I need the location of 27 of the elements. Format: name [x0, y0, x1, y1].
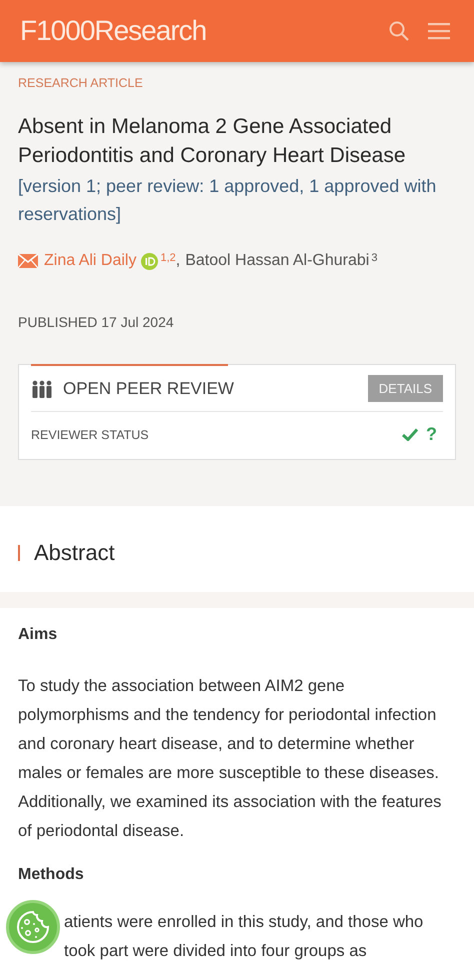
cookie-button[interactable] — [6, 900, 60, 954]
site-logo[interactable]: F1000Research — [20, 15, 206, 47]
reviewer-status-label: REVIEWER STATUS — [31, 428, 149, 442]
section-heading: Methods — [18, 866, 85, 884]
author-name[interactable]: Zina Ali Daily — [44, 252, 136, 270]
details-button[interactable]: DETAILS — [368, 375, 443, 402]
affiliation-mark: 1,2 — [160, 252, 176, 264]
abstract-paragraph: To study the association between AIM2 gene polymorphisms and the tendency for periodontal infection and coronary heart disease, and to determine whether males or females are more susceptible to these diseases. Additionally, we examined its association with the features of periodontal disease. — [18, 676, 442, 842]
question-mark: ? — [426, 424, 437, 445]
people-icon — [31, 380, 53, 398]
article-type: RESEARCH ARTICLE — [18, 76, 144, 90]
section-heading: Aims — [18, 626, 58, 644]
envelope-icon[interactable] — [18, 254, 38, 268]
menu-icon[interactable] — [428, 22, 450, 40]
cookie-icon — [16, 910, 50, 944]
peer-review-title: OPEN PEER REVIEW — [63, 378, 235, 398]
search-icon[interactable] — [388, 20, 410, 42]
orcid-icon[interactable] — [141, 252, 158, 270]
comma: , — [176, 252, 180, 270]
affiliation-mark: 3 — [371, 252, 378, 264]
author-name: Batool Hassan Al-Ghurabi — [185, 252, 370, 270]
abstract-heading: Abstract — [34, 540, 115, 566]
abstract-paragraph: atients were enrolled in this study, and those who took part were divided into four groups as — [64, 912, 424, 962]
checkmark-icon — [402, 428, 418, 441]
article-title: Absent in Melanoma 2 Gene Associated Periodontitis and Coronary Heart Disease — [18, 114, 407, 169]
version-info: [version 1; peer review: 1 approved, 1 approved with reservations] — [18, 175, 438, 226]
published-date: PUBLISHED 17 Jul 2024 — [18, 314, 175, 330]
